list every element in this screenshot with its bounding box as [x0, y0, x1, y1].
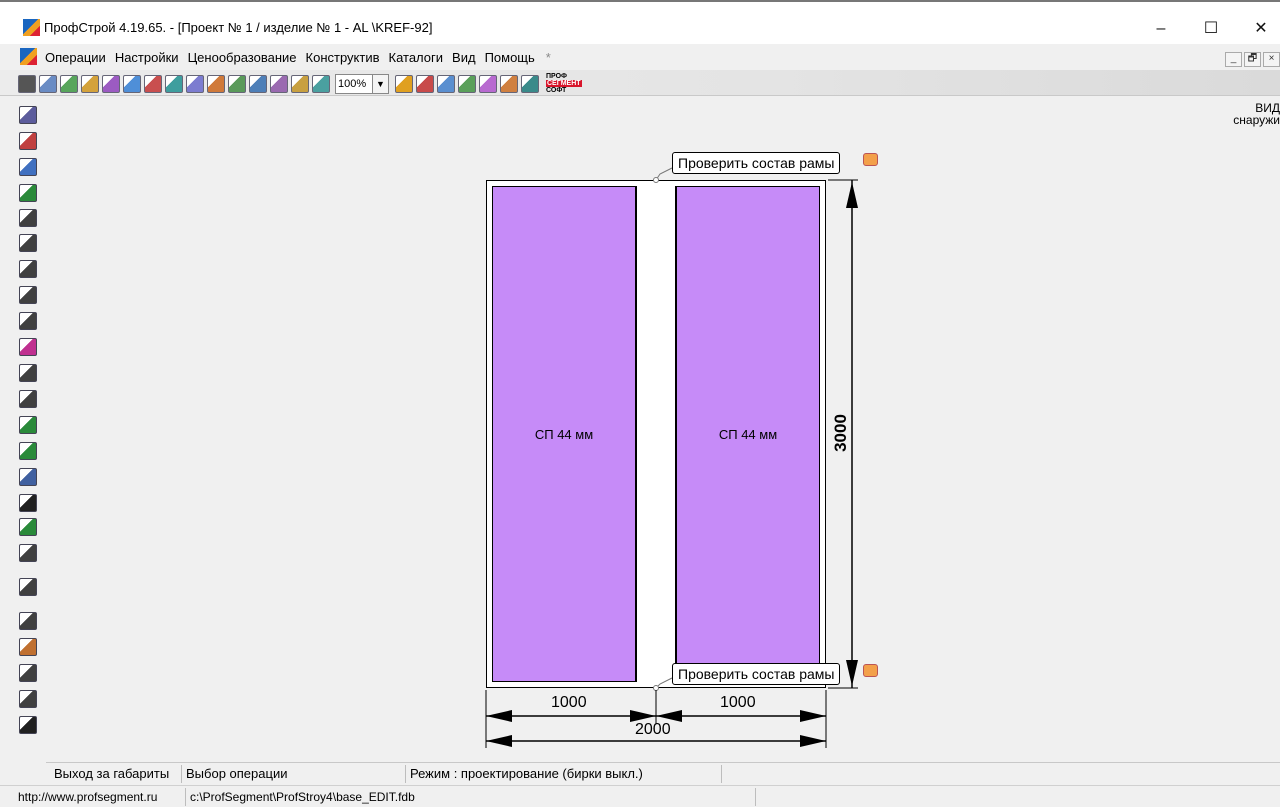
arch-icon[interactable] [19, 364, 37, 382]
dim-height: 3000 [830, 414, 850, 452]
toolbar-extra-tool-3-icon[interactable] [437, 74, 455, 93]
menu-settings[interactable]: Настройки [115, 50, 179, 65]
menu-construction[interactable]: Конструктив [306, 50, 380, 65]
dim-right-width: 1000 [720, 694, 756, 711]
impost-icon[interactable] [19, 209, 37, 227]
star-icon[interactable] [19, 338, 37, 356]
green-frame-icon[interactable] [19, 184, 37, 202]
calculator-icon[interactable] [19, 106, 37, 124]
toolbar-extra-tool-7-icon[interactable] [521, 74, 539, 93]
status-bar-top: Выход за габариты Выбор операции Режим :… [46, 762, 1280, 784]
toolbar-extra-tool-5-icon[interactable] [479, 74, 497, 93]
status-bar-bottom: http://www.profsegment.ru c:\ProfSegment… [0, 785, 1280, 807]
menu-pricing[interactable]: Ценообразование [188, 50, 297, 65]
mdi-close-button[interactable]: × [1263, 52, 1280, 67]
maximize-button[interactable]: ☐ [1188, 14, 1234, 44]
main-toolbar: 100% ▼ ПРОФ СЕГМЕНТ СОФТ [0, 70, 1280, 96]
app-logo-icon [23, 19, 40, 36]
frame-icon[interactable] [19, 132, 37, 150]
triangle-icon[interactable] [19, 390, 37, 408]
mullion[interactable] [636, 186, 676, 682]
brand-logo: ПРОФ СЕГМЕНТ СОФТ [546, 73, 582, 94]
dim-left-width: 1000 [551, 694, 587, 711]
toolbar-tool-5-icon[interactable] [123, 74, 141, 93]
toolbar-tool-8-icon[interactable] [186, 74, 204, 93]
layout-icon[interactable] [19, 442, 37, 460]
zoom-dropdown-arrow-icon[interactable]: ▼ [373, 73, 389, 94]
toolbar-tool-11-icon[interactable] [249, 74, 267, 93]
mdi-minimize-button[interactable]: _ [1225, 52, 1242, 67]
zoom-select[interactable]: 100% ▼ [335, 73, 389, 94]
dim-total-width: 2000 [635, 721, 671, 738]
menu-operations[interactable]: Операции [45, 50, 106, 65]
list-icon[interactable] [19, 690, 37, 708]
tag-top-badge-icon[interactable] [863, 153, 878, 166]
toolbar-extra-tool-2-icon[interactable] [416, 74, 434, 93]
view-label: ВИД снаружи [1233, 102, 1280, 126]
connector-icon[interactable] [19, 416, 37, 434]
glass-panel-left[interactable]: СП 44 мм [492, 186, 636, 682]
panel-left-label: СП 44 мм [534, 426, 594, 442]
chart-icon[interactable] [19, 638, 37, 656]
left-toolbar [14, 98, 44, 750]
window-title: ПрофСтрой 4.19.65. - [Проект № 1 / издел… [44, 20, 433, 35]
document-menu-icon[interactable] [20, 48, 37, 65]
table-icon[interactable] [19, 612, 37, 630]
panel-toggle-icon[interactable] [18, 74, 36, 93]
spring-icon[interactable] [19, 468, 37, 486]
menu-extra: * [545, 50, 551, 65]
close-button[interactable]: ✕ [1238, 14, 1280, 44]
title-bar: ПрофСтрой 4.19.65. - [Проект № 1 / издел… [0, 0, 1280, 44]
status-mode: Режим : проектирование (бирки выкл.) [406, 765, 722, 783]
toolbar-tool-14-icon[interactable] [312, 74, 330, 93]
toolbar-tool-7-icon[interactable] [165, 74, 183, 93]
status-url: http://www.profsegment.ru [14, 788, 186, 806]
drawing-canvas[interactable]: ВИД снаружи СП 44 мм СП 44 мм Проверить … [46, 98, 1280, 762]
panel-right-label: СП 44 мм [718, 426, 778, 442]
status-out-of-bounds: Выход за габариты [50, 765, 182, 783]
brand-line-3: СОФТ [546, 87, 567, 94]
impost-t-icon[interactable] [19, 234, 37, 252]
lines-icon[interactable] [19, 518, 37, 536]
menu-view[interactable]: Вид [452, 50, 476, 65]
cross-icon[interactable] [19, 578, 37, 596]
toolbar-extra-tool-1-icon[interactable] [395, 74, 413, 93]
brand-line-2: СЕГМЕНТ [546, 80, 582, 87]
check-frame-tag-top[interactable]: Проверить состав рамы [672, 152, 841, 174]
toolbar-tool-3-icon[interactable] [81, 74, 99, 93]
toolbar-tool-1-icon[interactable] [39, 74, 57, 93]
toolbar-tool-12-icon[interactable] [270, 74, 288, 93]
grid-icon[interactable] [19, 286, 37, 304]
profile-icon[interactable] [19, 312, 37, 330]
view-label-line2: снаружи [1233, 113, 1280, 127]
zoom-value[interactable]: 100% [335, 73, 373, 94]
mdi-restore-button[interactable]: 🗗 [1244, 52, 1261, 67]
toolbar-tool-13-icon[interactable] [291, 74, 309, 93]
toolbar-tool-2-icon[interactable] [60, 74, 78, 93]
doc-icon[interactable] [19, 664, 37, 682]
status-db-path: c:\ProfSegment\ProfStroy4\base_EDIT.fdb [186, 788, 756, 806]
glass-grid-icon[interactable] [19, 544, 37, 562]
door-icon[interactable] [19, 260, 37, 278]
tag-bottom-badge-icon[interactable] [863, 664, 878, 677]
menu-catalogs[interactable]: Каталоги [389, 50, 444, 65]
check-frame-tag-bottom[interactable]: Проверить состав рамы [672, 663, 841, 685]
toolbar-extra-tool-4-icon[interactable] [458, 74, 476, 93]
glass-panel-right[interactable]: СП 44 мм [676, 186, 820, 682]
toolbar-tool-9-icon[interactable] [207, 74, 225, 93]
status-operation: Выбор операции [182, 765, 406, 783]
minimize-button[interactable]: – [1138, 14, 1184, 44]
toolbar-tool-4-icon[interactable] [102, 74, 120, 93]
menu-help[interactable]: Помощь [485, 50, 535, 65]
trash-icon[interactable] [19, 716, 37, 734]
toolbar-tool-10-icon[interactable] [228, 74, 246, 93]
horizontal-split-icon[interactable] [19, 158, 37, 176]
menu-bar: Операции Настройки Ценообразование Конст… [0, 44, 1280, 70]
toolbar-extra-tool-6-icon[interactable] [500, 74, 518, 93]
brand-line-1: ПРОФ [546, 73, 568, 80]
toolbar-tool-6-icon[interactable] [144, 74, 162, 93]
dark-square-icon[interactable] [19, 494, 37, 512]
